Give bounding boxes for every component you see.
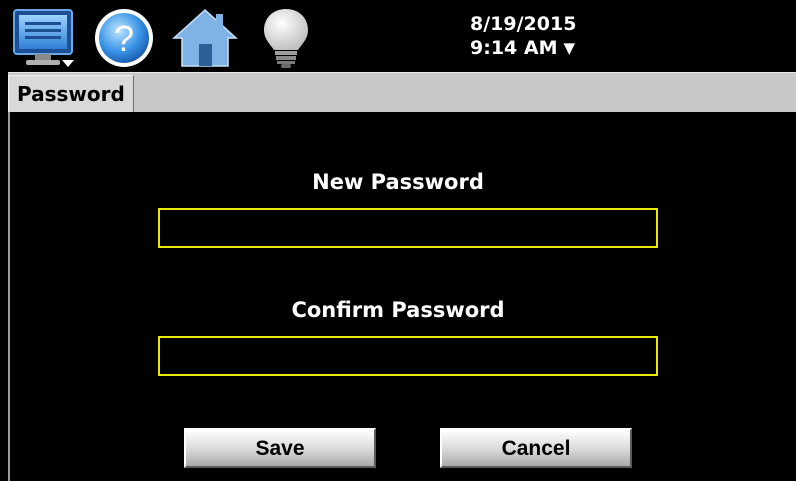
time-text: 9:14 AM [470, 37, 558, 59]
tab-strip: Password [8, 72, 796, 113]
confirm-password-field[interactable] [158, 336, 658, 376]
save-button[interactable]: Save [184, 428, 376, 468]
time-row: 9:14 AM ▼ [470, 36, 576, 60]
top-toolbar: ? 8/19/2015 9:14 AM ▼ [0, 0, 796, 72]
confirm-password-label: Confirm Password [291, 298, 505, 322]
lightbulb-icon[interactable] [258, 6, 314, 70]
monitor-menu-icon[interactable] [12, 6, 78, 70]
hmi-screen: ? 8/19/2015 9:14 AM ▼ Password New Passw… [0, 0, 796, 481]
date-text: 8/19/2015 [470, 13, 577, 35]
new-password-label: New Password [312, 170, 484, 194]
cancel-button[interactable]: Cancel [440, 428, 632, 468]
datetime-display[interactable]: 8/19/2015 9:14 AM ▼ [470, 12, 576, 60]
help-icon[interactable]: ? [92, 6, 156, 70]
dropdown-arrow-icon[interactable]: ▼ [564, 36, 576, 60]
tab-password[interactable]: Password [8, 75, 134, 113]
svg-text:?: ? [114, 18, 134, 59]
new-password-field[interactable] [158, 208, 658, 248]
home-icon[interactable] [172, 6, 238, 70]
